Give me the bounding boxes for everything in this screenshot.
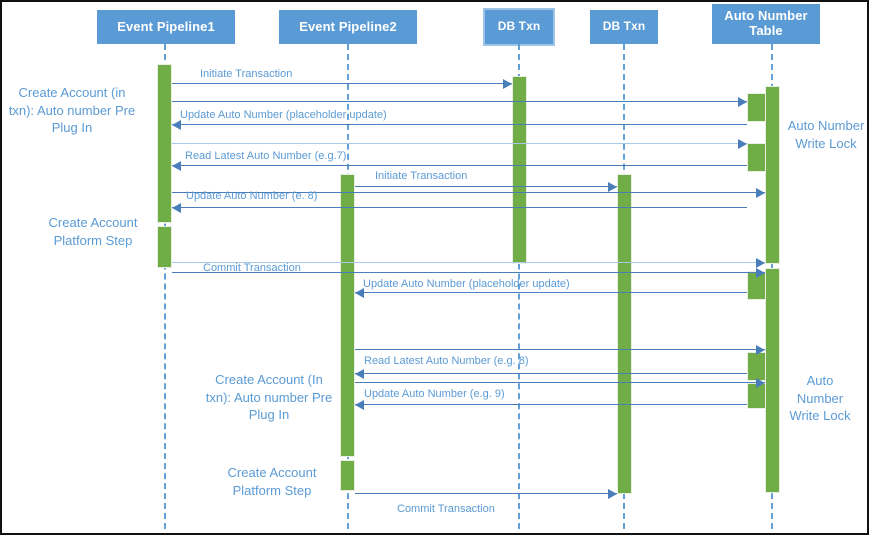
activation-bar-ant-nested [747,352,766,381]
message-line-m5 [172,165,747,166]
participant-header-db2[interactable]: DB Txn [590,10,658,44]
activation-bar-ep1 [157,226,172,268]
message-line-m8 [172,207,747,208]
note-n2: Create Account Platform Step [48,215,138,248]
message-label-m6: Initiate Transaction [375,170,468,182]
activation-bar-ep2 [340,460,355,491]
message-line-m11 [355,292,747,293]
message-arrowhead-m16 [608,489,617,499]
message-label-m15: Update Auto Number (e.g. 9) [364,388,505,400]
participant-header-ant[interactable]: Auto Number Table [712,4,820,44]
message-line-m13 [355,373,747,374]
note-n1: Create Account (in txn): Auto number Pre… [8,85,136,136]
message-line-m4 [172,143,747,144]
message-arrowhead-m4 [738,139,747,149]
message-arrowhead-m10 [756,268,765,278]
message-arrowhead-m6 [608,182,617,192]
message-line-m16 [355,493,617,494]
message-line-m6 [355,186,617,187]
message-arrowhead-m15 [355,400,364,410]
message-label-m1: Initiate Transaction [200,68,293,80]
participant-header-db1[interactable]: DB Txn [483,8,555,46]
message-line-m12 [355,349,765,350]
sequence-diagram-canvas: Event Pipeline1 Event Pipeline2 DB Txn DB T… [0,0,869,535]
message-arrowhead-m1 [503,79,512,89]
note-n5: Create Account Platform Step [227,465,317,498]
note-n6: Auto Number Write Lock [789,373,851,424]
message-label-m5: Read Latest Auto Number (e.g.7) [185,150,347,162]
message-label-m16: Commit Transaction [397,503,495,515]
message-line-m14 [355,382,765,383]
message-label-m13: Read Latest Auto Number (e.g. 8) [364,355,529,367]
participant-header-ep2[interactable]: Event Pipeline2 [279,10,417,44]
message-arrowhead-m13 [355,369,364,379]
activation-bar-ant [765,86,780,264]
message-line-m2 [172,101,747,102]
participant-header-ep1[interactable]: Event Pipeline1 [97,10,235,44]
message-label-m8: Update Auto Number (e. 8) [186,190,318,202]
message-arrowhead-m8 [172,203,181,213]
activation-bar-db1 [512,76,527,264]
message-arrowhead-m3 [172,120,181,130]
message-arrowhead-m5 [172,161,181,171]
activation-bar-ant [765,268,780,493]
activation-bar-ant-nested [747,143,766,172]
note-n3: Auto Number Write Lock [787,118,865,151]
activation-bar-ant-nested [747,93,766,122]
message-label-m3: Update Auto Number (placeholder update) [180,109,387,121]
message-line-m1 [172,83,512,84]
message-arrowhead-m7 [756,188,765,198]
activation-bar-db2 [617,174,632,494]
message-arrowhead-m12 [756,345,765,355]
message-label-m11: Update Auto Number (placeholder update) [363,278,570,290]
message-arrowhead-m14 [756,378,765,388]
activation-bar-ep2 [340,174,355,457]
message-arrowhead-m9 [756,258,765,268]
message-arrowhead-m2 [738,97,747,107]
message-line-m15 [355,404,747,405]
activation-bar-ep1 [157,64,172,223]
message-line-m3 [172,124,747,125]
note-n4: Create Account (In txn): Auto number Pre… [205,372,333,423]
message-label-m10: Commit Transaction [203,262,301,274]
